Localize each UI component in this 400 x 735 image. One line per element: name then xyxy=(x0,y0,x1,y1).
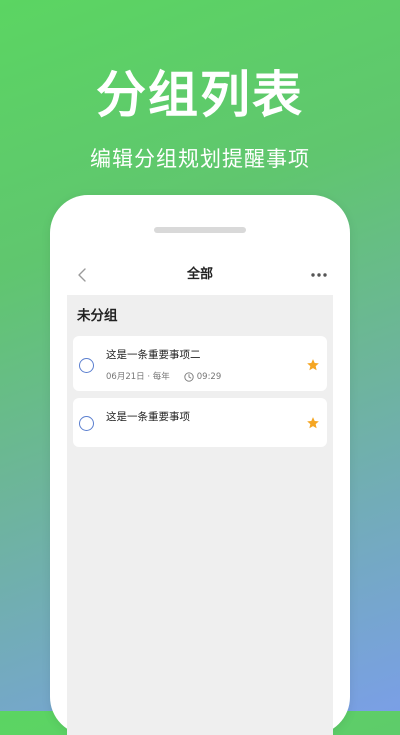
hero-subtitle: 编辑分组规划提醒事项 xyxy=(90,147,310,171)
phone-mockup: 全部 未分组 这是一条重要事项二 06月21日 · 每年 09:29 这是一条重… xyxy=(50,195,350,735)
task-item[interactable]: 这是一条重要事项二 06月21日 · 每年 09:29 xyxy=(73,336,327,391)
app-screen: 全部 未分组 这是一条重要事项二 06月21日 · 每年 09:29 这是一条重… xyxy=(67,255,333,735)
task-item[interactable]: 这是一条重要事项 xyxy=(73,398,327,447)
task-checkbox[interactable] xyxy=(79,358,94,373)
task-date-repeat: 06月21日 · 每年 xyxy=(106,372,170,382)
phone-speaker xyxy=(154,227,246,233)
clock-icon xyxy=(184,372,194,382)
task-title: 这是一条重要事项 xyxy=(106,411,190,423)
task-title: 这是一条重要事项二 xyxy=(106,349,201,361)
star-icon[interactable] xyxy=(306,358,320,372)
task-list-area: 未分组 这是一条重要事项二 06月21日 · 每年 09:29 这是一条重要事项 xyxy=(67,295,333,735)
more-horizontal-icon[interactable] xyxy=(309,267,329,283)
star-icon[interactable] xyxy=(306,416,320,430)
group-title: 未分组 xyxy=(77,308,118,324)
task-meta: 06月21日 · 每年 09:29 xyxy=(106,371,221,383)
nav-bar: 全部 xyxy=(67,255,333,295)
hero-title: 分组列表 xyxy=(96,66,304,124)
page-title: 全部 xyxy=(186,267,213,282)
task-time: 09:29 xyxy=(196,372,222,382)
task-checkbox[interactable] xyxy=(79,416,94,431)
